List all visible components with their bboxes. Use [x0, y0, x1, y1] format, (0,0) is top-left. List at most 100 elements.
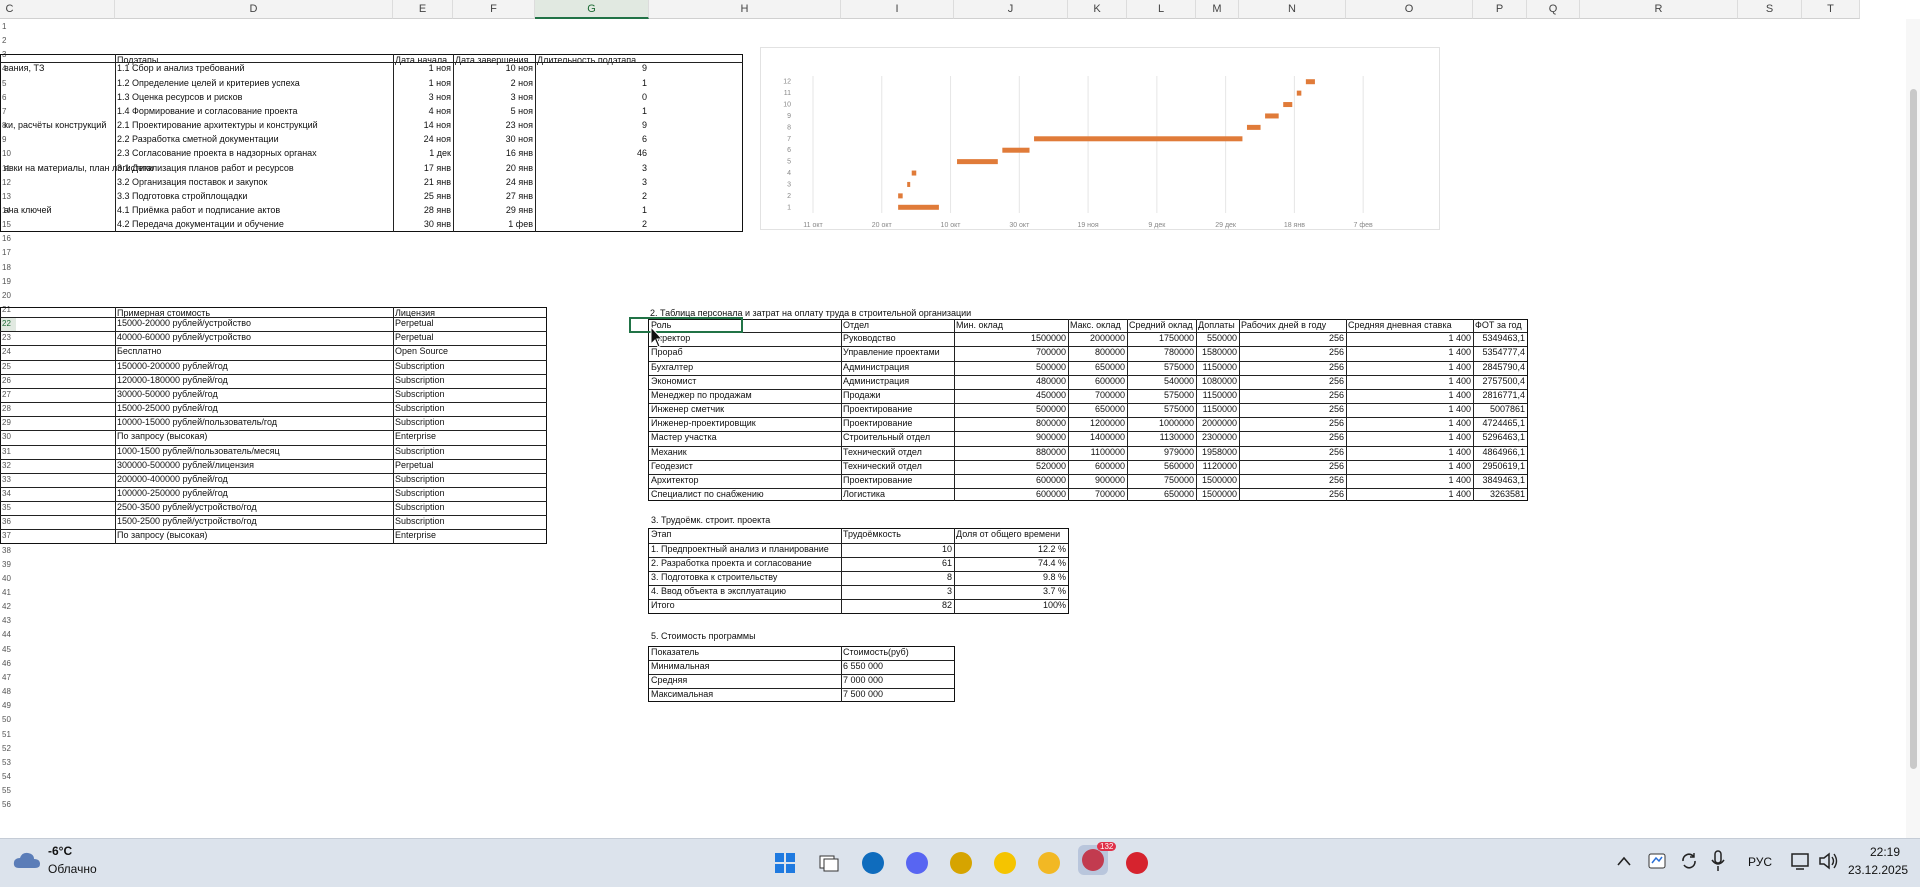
spreadsheet[interactable]: CDEFGHIJKLMNOPQRST 1 2 3 4 5 6 7 8 9 10 11 12 13 14 15… [0, 0, 1920, 838]
row-header-16[interactable]: 16 [0, 232, 16, 246]
gantt-bar[interactable] [911, 170, 917, 176]
task-view-icon[interactable] [814, 848, 844, 878]
column-header-i[interactable]: I [841, 0, 954, 19]
column-header-h[interactable]: H [649, 0, 841, 19]
column-header-t[interactable]: T [1802, 0, 1860, 19]
gantt-bar[interactable] [1002, 147, 1030, 153]
duration: 1 [641, 105, 647, 116]
clock-time[interactable]: 22:19 [1870, 845, 1900, 859]
column-header-g[interactable]: G [535, 0, 649, 19]
gantt-bar[interactable] [1265, 113, 1279, 119]
gantt-bar[interactable] [1246, 124, 1261, 130]
row-header-47[interactable]: 47 [0, 671, 16, 685]
substage-name: 2.1 Проектирование архитектуры и констру… [117, 120, 318, 131]
row-header-56[interactable]: 56 [0, 798, 16, 812]
row-header-20[interactable]: 20 [0, 289, 16, 303]
scrollbar-thumb[interactable] [1910, 89, 1917, 769]
wps-icon[interactable] [1122, 848, 1152, 878]
software-license: Subscription [395, 487, 445, 498]
column-header-o[interactable]: O [1346, 0, 1473, 19]
gantt-bar[interactable] [1305, 79, 1315, 85]
gantt-bar[interactable] [1034, 136, 1243, 142]
row-header-45[interactable]: 45 [0, 643, 16, 657]
row-header-55[interactable]: 55 [0, 784, 16, 798]
software-license: Subscription [395, 417, 445, 428]
gridline [841, 528, 842, 615]
row-header-2[interactable]: 2 [0, 34, 16, 48]
explorer-icon[interactable] [1034, 848, 1064, 878]
chart-y-tick: 2 [787, 193, 791, 200]
end-date: 10 ноя [505, 63, 533, 74]
gantt-bar[interactable] [907, 181, 911, 187]
column-header-f[interactable]: F [453, 0, 535, 19]
gantt-bar[interactable] [898, 204, 939, 210]
input-language[interactable]: РУС [1748, 855, 1772, 869]
staff-cell: 1 400 [1448, 418, 1471, 429]
gantt-bar[interactable] [1283, 102, 1293, 108]
gantt-bar[interactable] [957, 159, 998, 165]
row-header-48[interactable]: 48 [0, 685, 16, 699]
row-header-40[interactable]: 40 [0, 572, 16, 586]
labor-stage: 2. Разработка проекта и согласование [651, 557, 812, 568]
duration: 0 [641, 91, 647, 102]
gantt-bar[interactable] [898, 193, 903, 199]
row-header-38[interactable]: 38 [0, 544, 16, 558]
column-header-r[interactable]: R [1580, 0, 1738, 19]
column-header-q[interactable]: Q [1527, 0, 1580, 19]
staff-cell: 256 [1328, 488, 1344, 499]
column-header-j[interactable]: J [954, 0, 1068, 19]
edge-icon[interactable] [858, 848, 888, 878]
row-header-17[interactable]: 17 [0, 246, 16, 260]
column-header-e[interactable]: E [393, 0, 453, 19]
row-header-50[interactable]: 50 [0, 713, 16, 727]
column-header-k[interactable]: K [1068, 0, 1127, 19]
staff-cell: 2000000 [1201, 418, 1237, 429]
row-header-49[interactable]: 49 [0, 699, 16, 713]
row-header-43[interactable]: 43 [0, 614, 16, 628]
column-header-d[interactable]: D [115, 0, 393, 19]
volume-icon[interactable] [1818, 851, 1840, 871]
sync-icon[interactable] [1679, 851, 1699, 871]
row-header-18[interactable]: 18 [0, 261, 16, 275]
weather-description[interactable]: Облачно [48, 862, 97, 876]
selected-cell-g22[interactable] [629, 317, 743, 333]
gridline [0, 359, 547, 361]
cloud-weather-icon[interactable] [12, 849, 42, 871]
network-icon[interactable] [1790, 851, 1812, 871]
column-header-c[interactable]: C [0, 0, 115, 19]
gantt-chart[interactable]: 11 окт 20 окт 10 окт 30 окт 19 ноя 9 дек 29 де… [760, 47, 1440, 230]
row-header-46[interactable]: 46 [0, 657, 16, 671]
weather-temperature[interactable]: -6°C [48, 844, 72, 858]
row-header-1[interactable]: 1 [0, 20, 16, 34]
tray-app-icon[interactable] [1647, 851, 1667, 871]
column-header-m[interactable]: M [1196, 0, 1239, 19]
column-header-l[interactable]: L [1127, 0, 1196, 19]
clock-date[interactable]: 23.12.2025 [1848, 863, 1908, 877]
row-header-53[interactable]: 53 [0, 756, 16, 770]
start-date: 1 ноя [428, 77, 451, 88]
row-header-51[interactable]: 51 [0, 728, 16, 742]
microphone-icon[interactable] [1711, 850, 1725, 872]
chevron-up-icon[interactable] [1617, 856, 1631, 866]
staff-cell: 450000 [1035, 389, 1066, 400]
discord-icon[interactable] [902, 848, 932, 878]
row-header-39[interactable]: 39 [0, 558, 16, 572]
column-header-n[interactable]: N [1239, 0, 1346, 19]
staff-header: ФОТ за год [1475, 320, 1522, 331]
staff-cell: 256 [1328, 460, 1344, 471]
row-header-42[interactable]: 42 [0, 600, 16, 614]
row-header-54[interactable]: 54 [0, 770, 16, 784]
row-header-19[interactable]: 19 [0, 275, 16, 289]
column-header-s[interactable]: S [1738, 0, 1802, 19]
vertical-scrollbar[interactable] [1906, 19, 1920, 838]
windows-start-icon[interactable] [770, 848, 800, 878]
row-header-52[interactable]: 52 [0, 742, 16, 756]
duration: 1 [641, 77, 647, 88]
winamp-icon[interactable] [990, 848, 1020, 878]
file-app-icon[interactable] [946, 848, 976, 878]
staff-cell: 1 400 [1448, 375, 1471, 386]
gantt-bar[interactable] [1296, 90, 1302, 96]
row-header-44[interactable]: 44 [0, 628, 16, 642]
column-header-p[interactable]: P [1473, 0, 1527, 19]
row-header-41[interactable]: 41 [0, 586, 16, 600]
